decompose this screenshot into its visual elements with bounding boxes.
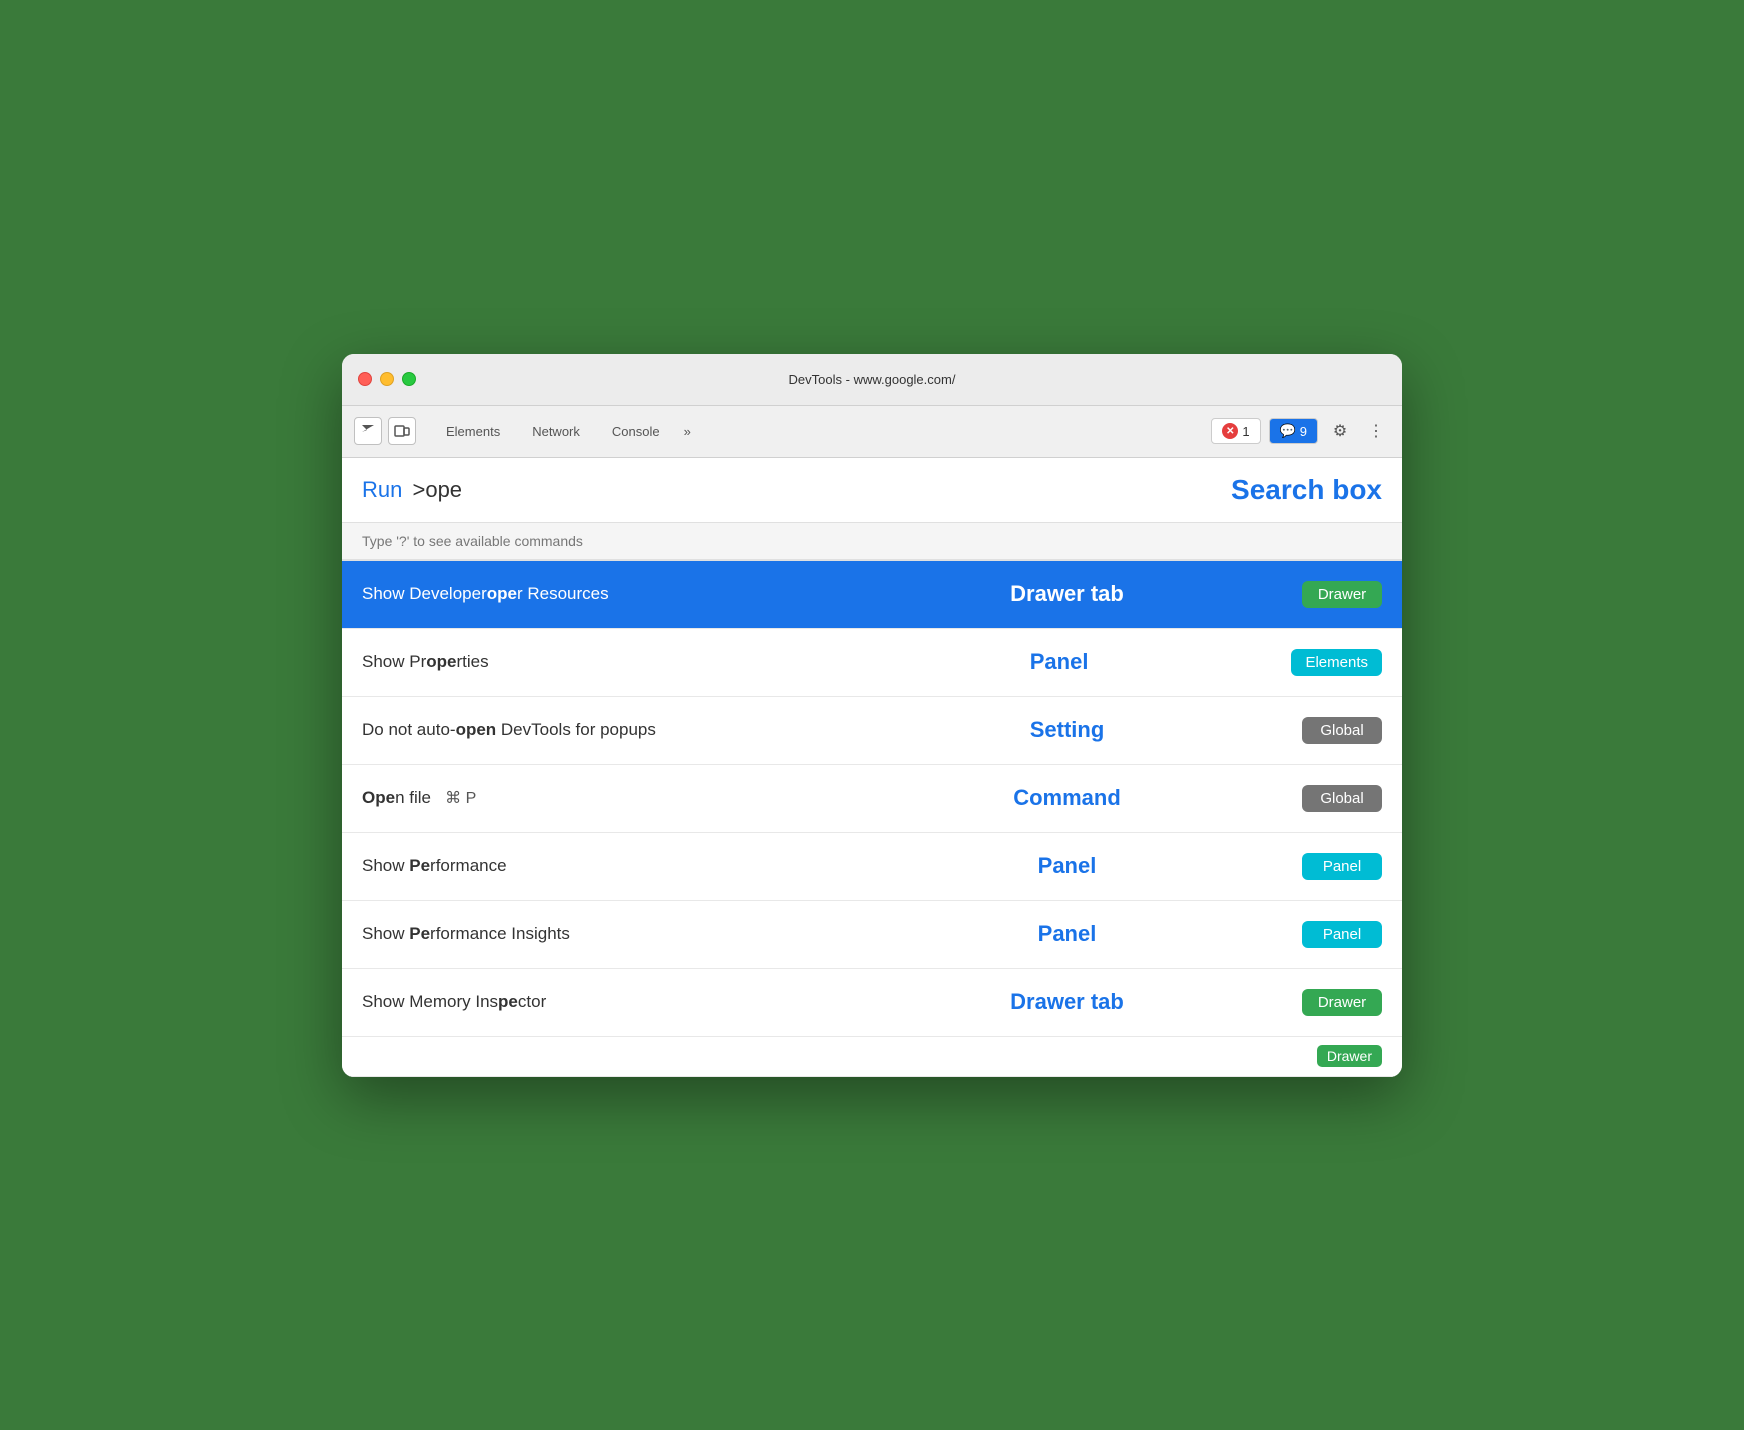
error-badge: ✕ bbox=[1222, 423, 1238, 439]
error-icon: ✕ bbox=[1226, 426, 1234, 437]
traffic-lights bbox=[358, 372, 416, 386]
result-badge: Global bbox=[1302, 717, 1382, 744]
search-box-label: Search box bbox=[1231, 474, 1382, 506]
device-toggle-button[interactable] bbox=[388, 417, 416, 445]
message-count: 9 bbox=[1300, 424, 1307, 439]
tab-network[interactable]: Network bbox=[518, 418, 594, 445]
maximize-button[interactable] bbox=[402, 372, 416, 386]
result-name: Do not auto-open DevTools for popups bbox=[362, 720, 832, 740]
gear-icon: ⚙ bbox=[1333, 421, 1347, 441]
result-type: Setting bbox=[832, 717, 1302, 743]
devtools-window: DevTools - www.google.com/ Elements Netw… bbox=[342, 354, 1402, 1077]
message-count-button[interactable]: 💬 9 bbox=[1269, 418, 1318, 444]
result-item-show-performance[interactable]: Show Performance Panel Panel bbox=[342, 833, 1402, 901]
result-badge: Global bbox=[1302, 785, 1382, 812]
error-count-button[interactable]: ✕ 1 bbox=[1211, 418, 1260, 444]
result-name: Show Developeroper Resources bbox=[362, 584, 832, 604]
result-name: Show Memory Inspector bbox=[362, 992, 832, 1012]
more-tabs-button[interactable]: » bbox=[678, 420, 697, 443]
settings-button[interactable]: ⚙ bbox=[1326, 417, 1354, 445]
result-badge: Panel bbox=[1302, 853, 1382, 880]
result-type: Panel bbox=[832, 853, 1302, 879]
result-item-show-properties[interactable]: Show Properties Panel Elements bbox=[342, 629, 1402, 697]
title-bar: DevTools - www.google.com/ bbox=[342, 354, 1402, 406]
results-list: Show Developeroper Resources Drawer tab … bbox=[342, 560, 1402, 1077]
toolbar-right: ✕ 1 💬 9 ⚙ ⋮ bbox=[1211, 417, 1390, 445]
result-item-show-developer-resources[interactable]: Show Developeroper Resources Drawer tab … bbox=[342, 561, 1402, 629]
result-item-no-auto-open[interactable]: Do not auto-open DevTools for popups Set… bbox=[342, 697, 1402, 765]
result-type: Drawer tab bbox=[832, 581, 1302, 607]
more-icon: ⋮ bbox=[1368, 421, 1384, 441]
tab-elements[interactable]: Elements bbox=[432, 418, 514, 445]
error-count: 1 bbox=[1242, 424, 1249, 439]
result-item-show-performance-insights[interactable]: Show Performance Insights Panel Panel bbox=[342, 901, 1402, 969]
hint-bar: Type '?' to see available commands bbox=[342, 523, 1402, 560]
result-type: Panel bbox=[827, 649, 1292, 675]
inspect-element-button[interactable] bbox=[354, 417, 382, 445]
result-item-open-file[interactable]: Open file ⌘ P Command Global bbox=[342, 765, 1402, 833]
minimize-button[interactable] bbox=[380, 372, 394, 386]
result-badge: Drawer bbox=[1302, 989, 1382, 1016]
partial-badge: Drawer bbox=[1317, 1045, 1382, 1067]
result-item-show-memory-inspector[interactable]: Show Memory Inspector Drawer tab Drawer bbox=[342, 969, 1402, 1037]
result-badge: Drawer bbox=[1302, 581, 1382, 608]
result-type: Panel bbox=[832, 921, 1302, 947]
hint-text: Type '?' to see available commands bbox=[362, 533, 583, 549]
command-query: >ope bbox=[406, 477, 462, 503]
command-panel: Run >ope Search box Type '?' to see avai… bbox=[342, 458, 1402, 1077]
tab-console[interactable]: Console bbox=[598, 418, 674, 445]
shortcut: ⌘ P bbox=[445, 790, 476, 807]
toolbar-icons bbox=[354, 417, 416, 445]
window-title: DevTools - www.google.com/ bbox=[789, 372, 956, 387]
toolbar: Elements Network Console » ✕ 1 💬 9 ⚙ ⋮ bbox=[342, 406, 1402, 458]
run-label: Run bbox=[362, 477, 402, 503]
command-header: Run >ope Search box bbox=[342, 458, 1402, 523]
result-badge: Elements bbox=[1291, 649, 1382, 676]
result-type: Drawer tab bbox=[832, 989, 1302, 1015]
tab-navigation: Elements Network Console » bbox=[432, 418, 1203, 445]
result-type: Command bbox=[832, 785, 1302, 811]
result-name: Open file ⌘ P bbox=[362, 788, 832, 808]
partial-result-row[interactable]: Drawer bbox=[342, 1037, 1402, 1077]
result-name: Show Properties bbox=[362, 652, 827, 672]
more-options-button[interactable]: ⋮ bbox=[1362, 417, 1390, 445]
result-name: Show Performance bbox=[362, 856, 832, 876]
close-button[interactable] bbox=[358, 372, 372, 386]
message-icon: 💬 bbox=[1280, 423, 1296, 439]
result-badge: Panel bbox=[1302, 921, 1382, 948]
result-name: Show Performance Insights bbox=[362, 924, 832, 944]
